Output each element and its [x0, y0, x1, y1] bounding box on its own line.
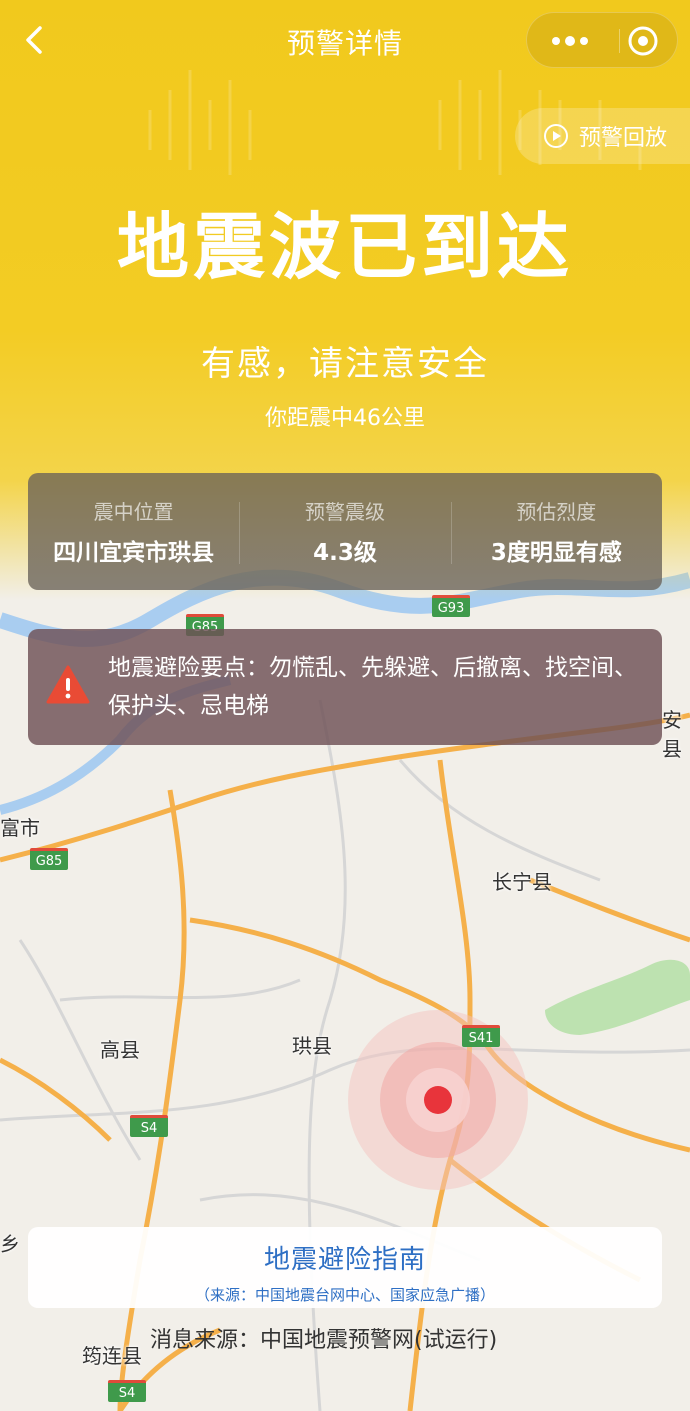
- road-badge-g85: G85: [30, 848, 68, 870]
- nav-bar: 预警详情: [0, 0, 690, 80]
- info-magnitude: 预警震级 4.3级: [239, 496, 450, 567]
- road-badge-s41: S41: [462, 1025, 500, 1047]
- info-epicenter: 震中位置 四川宜宾市珙县: [28, 496, 239, 567]
- replay-button[interactable]: 预警回放: [515, 108, 690, 164]
- guide-source: （来源：中国地震台网中心、国家应急广播）: [194, 1286, 495, 1304]
- info-label: 震中位置: [93, 500, 174, 524]
- guide-title: 地震避险指南: [263, 1245, 426, 1275]
- info-value: 4.3级: [313, 540, 377, 566]
- info-value: 3度明显有感: [490, 540, 622, 566]
- distance-text: 你距震中46公里: [265, 406, 425, 431]
- safety-guide-button[interactable]: 地震避险指南 （来源：中国地震台网中心、国家应急广播）: [28, 1227, 662, 1308]
- more-dots-icon: [552, 37, 560, 45]
- close-button[interactable]: [625, 23, 661, 59]
- road-badge-s4-bottom: S4: [108, 1380, 146, 1402]
- map-label-fushi: 富市: [0, 816, 40, 840]
- map-label-gongxian: 珙县: [292, 1034, 332, 1058]
- replay-label: 预警回放: [579, 126, 668, 151]
- mini-program-capsule: [526, 12, 678, 68]
- target-icon: [628, 26, 658, 56]
- map-label-changning: 长宁县: [492, 870, 552, 894]
- warning-triangle-icon: [46, 665, 90, 704]
- quake-info-card: 震中位置 四川宜宾市珙县 预警震级 4.3级 预估烈度 3度明显有感: [28, 473, 662, 590]
- safety-tips-card: 地震避险要点：勿慌乱、先躲避、后撤离、找空间、保护头、忌电梯: [28, 629, 662, 745]
- map-label-anxian: 安县: [662, 708, 682, 761]
- map-label-junlian: 筠连县: [82, 1344, 142, 1368]
- info-label: 预估烈度: [516, 500, 597, 524]
- map-label-xiang: 乡: [0, 1232, 20, 1256]
- play-circle-icon: [544, 124, 568, 148]
- info-intensity: 预估烈度 3度明显有感: [450, 496, 662, 567]
- capsule-divider: [619, 29, 620, 53]
- alert-headline: 地震波已到达: [116, 205, 573, 289]
- safety-tips-text: 地震避险要点：勿慌乱、先躲避、后撤离、找空间、保护头、忌电梯: [108, 655, 637, 719]
- info-value: 四川宜宾市珙县: [53, 540, 215, 566]
- info-label: 预警震级: [304, 500, 385, 524]
- more-button[interactable]: [545, 27, 595, 55]
- map-label-gaoxian: 高县: [100, 1038, 140, 1062]
- message-source: 消息来源：中国地震预警网(试运行): [150, 1328, 498, 1353]
- road-badge-s4: S4: [130, 1115, 168, 1137]
- alert-subtitle: 有感，请注意安全: [201, 344, 489, 384]
- epicenter-marker-icon: [424, 1086, 452, 1114]
